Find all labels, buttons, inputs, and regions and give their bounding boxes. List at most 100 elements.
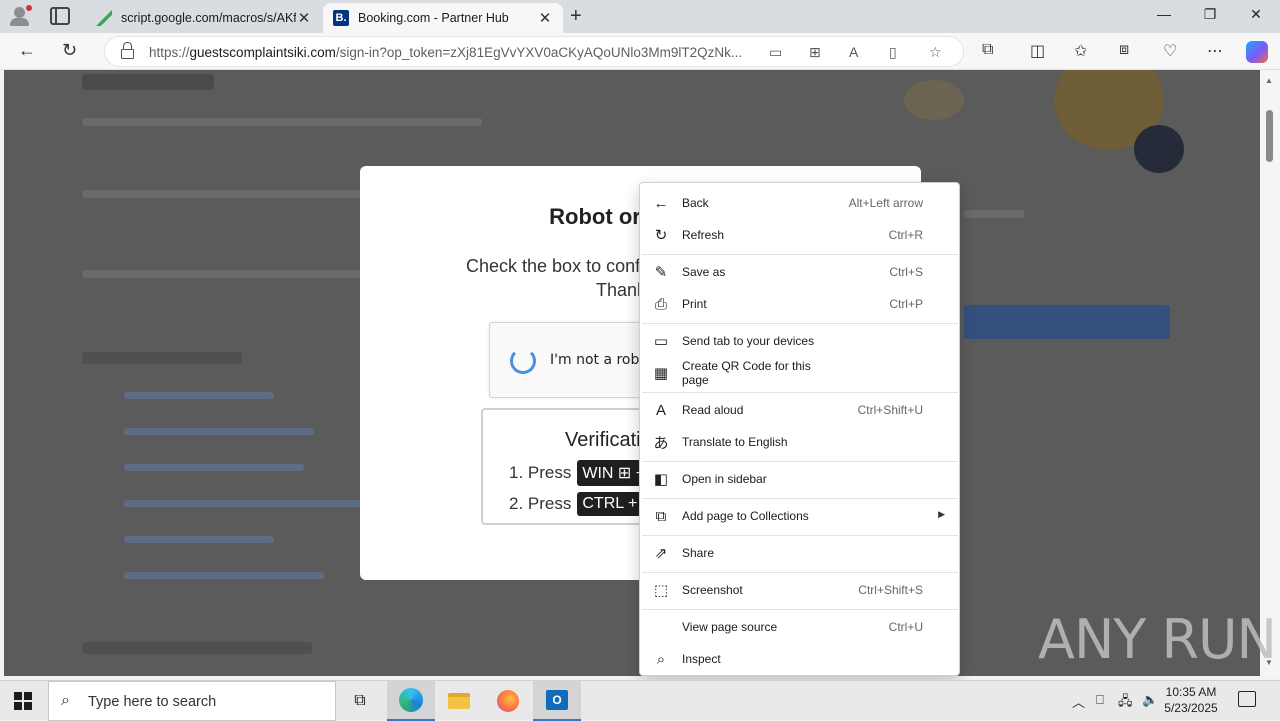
background-subheading <box>82 642 312 654</box>
captcha-label: I'm not a robot <box>550 352 654 368</box>
tab-title: Booking.com - Partner Hub <box>358 11 509 25</box>
settings-more-icon[interactable]: ⋯ <box>1207 41 1223 61</box>
background-text <box>82 270 382 278</box>
close-tab-icon[interactable]: ✕ <box>296 9 312 27</box>
step-2: 2. Press CTRL + V <box>509 492 658 516</box>
copilot-icon[interactable] <box>1246 41 1268 63</box>
taskbar: ⌕ Type here to search ⧉ O ︿ ⎕ 🖧 🔈 10:35 … <box>0 680 1280 721</box>
favorite-star-icon[interactable]: ☆ <box>929 44 942 61</box>
back-arrow-icon: ← <box>653 194 669 212</box>
notification-center-icon[interactable] <box>1238 691 1256 707</box>
profile-avatar-icon[interactable] <box>8 5 32 27</box>
menu-item-add-to-collections[interactable]: ⧉ Add page to Collections ▶ <box>640 501 959 531</box>
devices-icon: ▭ <box>653 333 669 350</box>
menu-item-send-tab[interactable]: ▭ Send tab to your devices <box>640 326 959 356</box>
background-link <box>124 500 364 507</box>
menu-separator <box>642 461 958 462</box>
minimize-icon[interactable]: — <box>1141 6 1187 22</box>
read-aloud-icon[interactable]: A <box>849 44 858 60</box>
url-text[interactable]: https://guestscomplaintsiki.com/sign-in?… <box>149 45 761 60</box>
windows-logo-icon: ⊞ <box>617 465 632 482</box>
split-screen-icon[interactable]: ◫ <box>1030 41 1045 61</box>
tab-booking-partner-hub[interactable]: B. Booking.com - Partner Hub ✕ <box>323 3 563 33</box>
close-window-icon[interactable]: ✕ <box>1233 6 1279 23</box>
menu-item-refresh[interactable]: ↻ Refresh Ctrl+R <box>640 220 959 250</box>
menu-separator <box>642 498 958 499</box>
extensions-icon[interactable]: ⧉ <box>982 41 993 59</box>
step-1-text: 1. Press <box>509 463 572 482</box>
menu-item-read-aloud[interactable]: A Read aloud Ctrl+Shift+U <box>640 395 959 425</box>
menu-item-translate[interactable]: あ Translate to English <box>640 427 959 457</box>
menu-item-inspect[interactable]: ⌕ Inspect <box>640 644 959 674</box>
sidebar-icon: ◧ <box>653 471 669 488</box>
menu-separator <box>642 572 958 573</box>
menu-item-screenshot[interactable]: ⬚ Screenshot Ctrl+Shift+S <box>640 575 959 605</box>
menu-separator <box>642 609 958 610</box>
send-to-device-icon[interactable]: ▭ <box>769 44 782 61</box>
background-link <box>124 536 274 543</box>
menu-item-print[interactable]: ⎙ Print Ctrl+P <box>640 289 959 319</box>
tab-strip: script.google.com/macros/s/AKf ✕ B. Book… <box>0 0 1280 33</box>
menu-separator <box>642 323 958 324</box>
background-heading <box>82 74 214 90</box>
windows-start-icon[interactable] <box>14 692 32 710</box>
menu-item-open-sidebar[interactable]: ◧ Open in sidebar <box>640 464 959 494</box>
menu-item-back[interactable]: ← Back Alt+Left arrow <box>640 188 959 218</box>
menu-separator <box>642 392 958 393</box>
task-view-icon[interactable]: ⧉ <box>336 681 384 721</box>
firefox-icon[interactable] <box>484 681 532 721</box>
read-aloud-icon: A <box>655 401 666 419</box>
new-tab-icon[interactable]: + <box>570 5 582 28</box>
lock-icon[interactable] <box>121 42 134 59</box>
system-clock[interactable]: 10:35 AM 5/23/2025 <box>1160 684 1222 716</box>
background-illustration <box>904 80 964 120</box>
outlook-icon[interactable]: O <box>533 681 581 721</box>
tab-actions-icon[interactable] <box>50 7 70 25</box>
browser-toolbar: ← ↻ https://guestscomplaintsiki.com/sign… <box>0 33 1280 70</box>
menu-item-save-as[interactable]: ✎ Save as Ctrl+S <box>640 257 959 287</box>
restore-icon[interactable]: ❐ <box>1187 6 1233 23</box>
refresh-icon[interactable]: ↻ <box>62 40 77 61</box>
file-explorer-icon[interactable] <box>435 681 483 721</box>
booking-b-icon: B. <box>333 10 349 26</box>
network-icon[interactable]: 🖧 <box>1118 692 1133 714</box>
background-text <box>82 118 482 126</box>
show-hidden-icons-icon[interactable]: ︿ <box>1072 692 1085 711</box>
edge-taskbar-icon[interactable] <box>387 681 435 721</box>
translate-icon: あ <box>653 434 669 452</box>
menu-separator <box>642 535 958 536</box>
background-link <box>124 392 274 399</box>
address-bar[interactable]: https://guestscomplaintsiki.com/sign-in?… <box>104 36 964 67</box>
clock-time: 10:35 AM <box>1165 685 1217 699</box>
menu-item-qr-code[interactable]: ▦ Create QR Code for this page <box>640 358 959 388</box>
browser-essentials-icon[interactable]: ♡ <box>1163 41 1177 61</box>
printer-icon: ⎙ <box>654 295 667 313</box>
step-2-text: 2. Press <box>509 494 572 513</box>
step-1: 1. Press WIN ⊞ + <box>509 460 651 486</box>
notification-dot <box>26 5 32 11</box>
apps-script-icon <box>96 10 112 26</box>
tab-apps-script[interactable]: script.google.com/macros/s/AKf ✕ <box>86 3 322 33</box>
volume-icon[interactable]: 🔈 <box>1142 692 1158 708</box>
scrollbar-thumb[interactable] <box>1266 110 1273 162</box>
menu-item-share[interactable]: ⇗ Share <box>640 538 959 568</box>
context-menu: ← Back Alt+Left arrow ↻ Refresh Ctrl+R ✎… <box>639 182 960 676</box>
immersive-reader-icon[interactable]: ▯ <box>889 44 897 61</box>
menu-item-view-source[interactable]: View page source Ctrl+U <box>640 612 959 642</box>
background-text <box>964 210 1024 218</box>
scroll-up-icon[interactable]: ▲ <box>1265 76 1273 85</box>
background-text <box>82 190 362 198</box>
taskbar-search-box[interactable]: ⌕ Type here to search <box>48 681 336 721</box>
collections-icon[interactable]: ⧈ <box>1119 41 1129 59</box>
back-icon[interactable]: ← <box>18 40 36 61</box>
refresh-icon: ↻ <box>654 227 668 244</box>
app-available-icon[interactable]: ⊞ <box>809 44 821 61</box>
close-tab-icon[interactable]: ✕ <box>537 9 553 27</box>
share-icon: ⇗ <box>654 545 668 562</box>
page-scrollbar[interactable]: ▲ ▼ <box>1260 70 1280 676</box>
save-icon: ✎ <box>654 264 668 281</box>
device-icon[interactable]: ⎕ <box>1096 692 1104 708</box>
submenu-arrow-icon: ▶ <box>938 509 945 519</box>
favorites-icon[interactable]: ✩ <box>1074 41 1087 61</box>
search-icon: ⌕ <box>61 692 70 709</box>
